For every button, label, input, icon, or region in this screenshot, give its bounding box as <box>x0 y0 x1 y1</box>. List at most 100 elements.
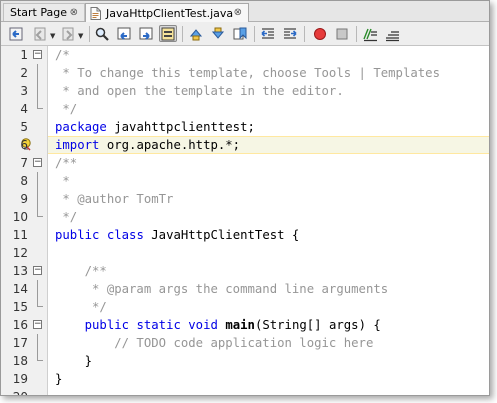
code-line[interactable]: 4 */ <box>1 100 489 118</box>
code-line[interactable]: 10 */ <box>1 208 489 226</box>
fold-guide <box>37 334 38 352</box>
code-token: /** <box>55 156 78 170</box>
fold-guide <box>37 64 38 82</box>
uncomment-icon[interactable] <box>383 25 401 42</box>
code-line[interactable]: 6 import org.apache.http.*; <box>1 136 489 154</box>
fold-guide <box>37 280 38 298</box>
fold-guide <box>37 172 38 190</box>
tab-javahttpclienttest[interactable]: JavaHttpClientTest.java ⊗ <box>85 3 249 22</box>
code-token: */ <box>55 300 107 314</box>
line-number: 6 <box>20 138 28 152</box>
stop-macro-icon[interactable] <box>333 25 351 42</box>
code-token: import <box>55 138 100 152</box>
code-token: JavaHttpClientTest { <box>143 228 300 242</box>
code-token: */ <box>55 102 78 116</box>
code-line[interactable]: 5 package javahttpclienttest; <box>1 118 489 136</box>
code-line[interactable]: 13− /** <box>1 262 489 280</box>
code-line[interactable]: 1− /* <box>1 46 489 64</box>
code-text: import org.apache.http.*; <box>55 136 240 154</box>
line-number: 11 <box>12 228 28 242</box>
code-line[interactable]: 12 <box>1 244 489 262</box>
find-icon[interactable] <box>93 25 111 42</box>
back-icon[interactable] <box>31 25 49 42</box>
toolbar-separator <box>304 26 305 42</box>
code-token: * @param args the command line arguments <box>55 282 389 296</box>
close-icon[interactable]: ⊗ <box>234 7 242 18</box>
code-token: /* <box>55 48 70 62</box>
code-token: * To change this template, choose Tools … <box>55 66 440 80</box>
code-line[interactable]: 14 * @param args the command line argume… <box>1 280 489 298</box>
code-text: */ <box>55 208 77 226</box>
code-token: void <box>188 318 218 332</box>
fold-collapse-icon[interactable]: − <box>33 320 42 329</box>
code-token: org.apache.http.*; <box>99 138 241 152</box>
code-line[interactable]: 2 * To change this template, choose Tool… <box>1 64 489 82</box>
shift-right-icon[interactable] <box>281 25 299 42</box>
chevron-down-icon[interactable]: ▼ <box>50 32 55 40</box>
toggle-highlight-icon[interactable] <box>159 25 177 42</box>
code-token: * <box>55 174 70 188</box>
line-number: 16 <box>12 318 28 332</box>
code-line[interactable]: 20 <box>1 388 489 395</box>
start-macro-icon[interactable] <box>311 25 329 42</box>
code-line[interactable]: 19} <box>1 370 489 388</box>
code-line[interactable]: 18 } <box>1 352 489 370</box>
line-number: 1 <box>20 48 28 62</box>
code-text: public static void main(String[] args) { <box>55 316 381 334</box>
find-next-icon[interactable] <box>137 25 155 42</box>
code-line[interactable]: 15 */ <box>1 298 489 316</box>
code-line[interactable]: 8 * <box>1 172 489 190</box>
code-text: /** <box>55 262 107 280</box>
fold-end-guide <box>37 100 43 109</box>
tab-label: Start Page <box>10 6 67 19</box>
fold-guide <box>37 82 38 100</box>
code-line[interactable]: 9 * @author TomTr <box>1 190 489 208</box>
line-number: 9 <box>20 192 28 206</box>
fold-collapse-icon[interactable]: − <box>33 50 42 59</box>
previous-bookmark-icon[interactable] <box>187 25 205 42</box>
line-number: 4 <box>20 102 28 116</box>
code-text: package javahttpclienttest; <box>55 118 255 136</box>
code-line[interactable]: 11 public class JavaHttpClientTest { <box>1 226 489 244</box>
code-token: public <box>84 318 130 332</box>
comment-icon[interactable] <box>361 25 379 42</box>
code-token: /** <box>55 264 107 278</box>
code-line[interactable]: 17 // TODO code application logic here <box>1 334 489 352</box>
code-token: */ <box>55 210 78 224</box>
close-icon[interactable]: ⊗ <box>70 7 78 18</box>
fold-guide <box>37 190 38 208</box>
line-number: 14 <box>12 282 28 296</box>
code-line[interactable]: 16− public static void main(String[] arg… <box>1 316 489 334</box>
chevron-down-icon[interactable]: ▼ <box>78 32 83 40</box>
line-number: 20 <box>1 388 28 395</box>
line-number: 15 <box>12 300 28 314</box>
toolbar-separator <box>254 26 255 42</box>
fold-end-guide <box>37 298 43 307</box>
code-text: * @param args the command line arguments <box>55 280 388 298</box>
code-line[interactable]: 7− /** <box>1 154 489 172</box>
line-number: 5 <box>20 120 28 134</box>
code-token: package <box>55 120 107 134</box>
fold-collapse-icon[interactable]: − <box>33 158 42 167</box>
code-token: public <box>55 228 100 242</box>
line-number: 3 <box>20 84 28 98</box>
tab-start-page[interactable]: Start Page ⊗ <box>3 3 85 21</box>
code-token: * @author TomTr <box>55 192 174 206</box>
find-previous-icon[interactable] <box>115 25 133 42</box>
next-bookmark-icon[interactable] <box>209 25 227 42</box>
code-text: */ <box>55 298 107 316</box>
fold-collapse-icon[interactable]: − <box>33 266 42 275</box>
line-number: 13 <box>12 264 28 278</box>
code-text: /* <box>55 46 70 64</box>
code-token: static <box>136 318 181 332</box>
code-token: } <box>55 354 93 368</box>
code-token: main <box>225 318 255 332</box>
toolbar-separator <box>182 26 183 42</box>
forward-icon[interactable] <box>59 25 77 42</box>
tab-bar: Start Page ⊗ JavaHttpClientTest.java ⊗ <box>1 1 489 22</box>
last-edit-icon[interactable] <box>7 25 25 42</box>
code-line[interactable]: 3 * and open the template in the editor. <box>1 82 489 100</box>
shift-left-icon[interactable] <box>259 25 277 42</box>
toggle-bookmark-icon[interactable] <box>231 25 249 42</box>
